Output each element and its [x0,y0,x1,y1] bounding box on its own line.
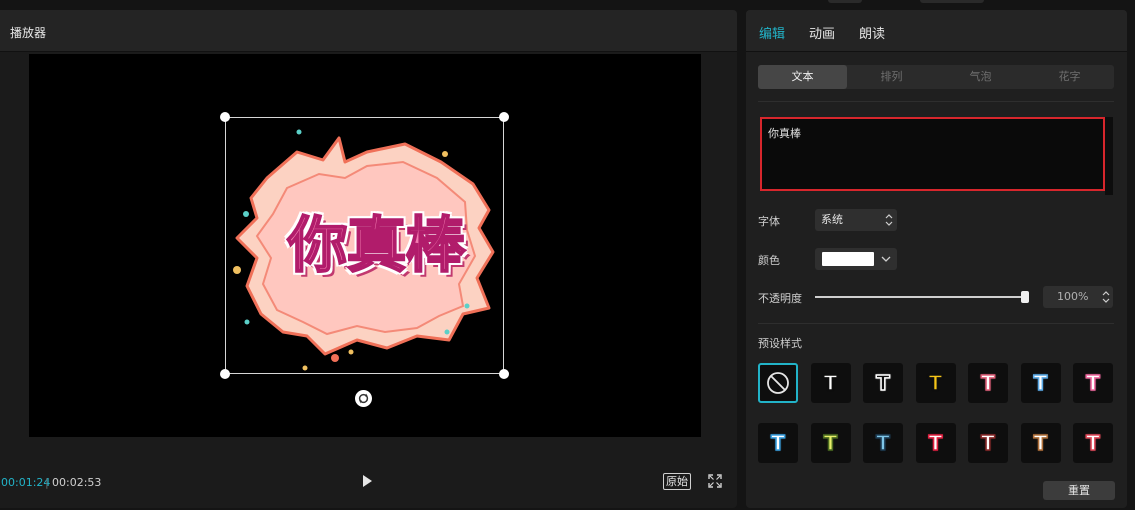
preset-style-tile[interactable]: T [915,363,956,403]
opacity-slider-thumb[interactable] [1021,291,1029,303]
player-panel: 播放器 你真棒 00:01:24 | 00:02:53 原始 [0,10,737,508]
preset-style-tile[interactable]: T [863,363,903,403]
preset-glyph: T [875,371,890,395]
timecode-separator: | [45,476,49,489]
preset-style-tile[interactable]: T [758,423,798,463]
color-label: 颜色 [758,254,780,267]
subtab-fancy-text[interactable]: 花字 [1025,65,1114,89]
preset-style-tile[interactable]: T [968,363,1008,403]
reset-button[interactable]: 重置 [1043,481,1115,500]
player-controls: 00:01:24 | 00:02:53 原始 [0,462,737,502]
preset-glyph: T [823,431,838,455]
preset-style-tile[interactable]: T [1073,363,1113,403]
top-tab[interactable] [920,0,984,3]
color-picker[interactable] [815,248,897,270]
preset-glyph: T [928,431,943,455]
resize-handle-top-left[interactable] [220,112,230,122]
inspector-tabs: 编辑 动画 朗读 [746,10,1127,52]
preset-style-tile[interactable]: T [1020,423,1061,463]
spinner-icon[interactable] [1102,289,1110,305]
text-area-scrollbar [1105,117,1113,195]
preset-glyph: T [1085,371,1100,395]
preset-style-tile[interactable]: T [1020,363,1061,403]
subtab-bar: 文本 排列 气泡 花字 [758,65,1114,89]
tab-animation[interactable]: 动画 [809,23,835,42]
inspector-panel: 编辑 动画 朗读 文本 排列 气泡 花字 你真棒 字体 系统 颜色 不透明度 1… [746,10,1127,508]
text-input[interactable]: 你真棒 [760,117,1105,191]
selection-frame[interactable] [225,117,504,374]
preset-style-none[interactable] [758,363,798,403]
tab-edit[interactable]: 编辑 [759,23,785,42]
preset-glyph: T [823,371,838,395]
preset-glyph: T [928,371,943,395]
rotate-handle[interactable] [355,390,372,407]
timecode-current: 00:01:24 [1,476,51,489]
preset-glyph: T [1033,371,1048,395]
chevron-down-icon [881,256,891,262]
subtab-bubble[interactable]: 气泡 [936,65,1025,89]
preset-style-tile[interactable]: T [915,423,956,463]
preset-glyph: T [1033,431,1048,455]
original-ratio-button[interactable]: 原始 [663,473,691,490]
preset-style-tile[interactable]: T [1073,423,1113,463]
none-icon [767,372,789,394]
preset-style-tile[interactable]: T [863,423,903,463]
player-header: 播放器 [0,10,737,52]
opacity-input[interactable]: 100% [1043,286,1113,308]
font-value: 系统 [821,213,843,226]
opacity-value: 100% [1057,290,1089,303]
divider [758,101,1114,102]
timecode-total: 00:02:53 [52,476,102,489]
opacity-label: 不透明度 [758,292,802,305]
fullscreen-icon[interactable] [708,474,722,488]
preset-style-tile[interactable]: T [810,363,851,403]
preset-style-tile[interactable]: T [810,423,851,463]
top-tab[interactable] [828,0,862,3]
play-icon[interactable] [359,473,375,489]
divider [758,323,1114,324]
preset-style-tile[interactable]: T [968,423,1008,463]
preset-glyph: T [980,431,995,455]
resize-handle-bottom-left[interactable] [220,369,230,379]
font-label: 字体 [758,215,780,228]
tab-read-aloud[interactable]: 朗读 [859,23,885,42]
preset-glyph: T [770,431,785,455]
video-stage[interactable]: 你真棒 [29,54,701,437]
subtab-arrange[interactable]: 排列 [847,65,936,89]
rotate-icon [358,393,369,404]
spinner-icon [885,214,893,226]
preset-glyph: T [1085,431,1100,455]
opacity-slider-track[interactable] [815,296,1027,298]
color-swatch [822,252,874,266]
font-select[interactable]: 系统 [815,209,897,231]
subtab-text[interactable]: 文本 [758,65,847,89]
preset-glyph: T [875,431,890,455]
preset-glyph: T [980,371,995,395]
resize-handle-bottom-right[interactable] [499,369,509,379]
player-title: 播放器 [10,26,47,40]
presets-title: 预设样式 [758,337,802,350]
resize-handle-top-right[interactable] [499,112,509,122]
